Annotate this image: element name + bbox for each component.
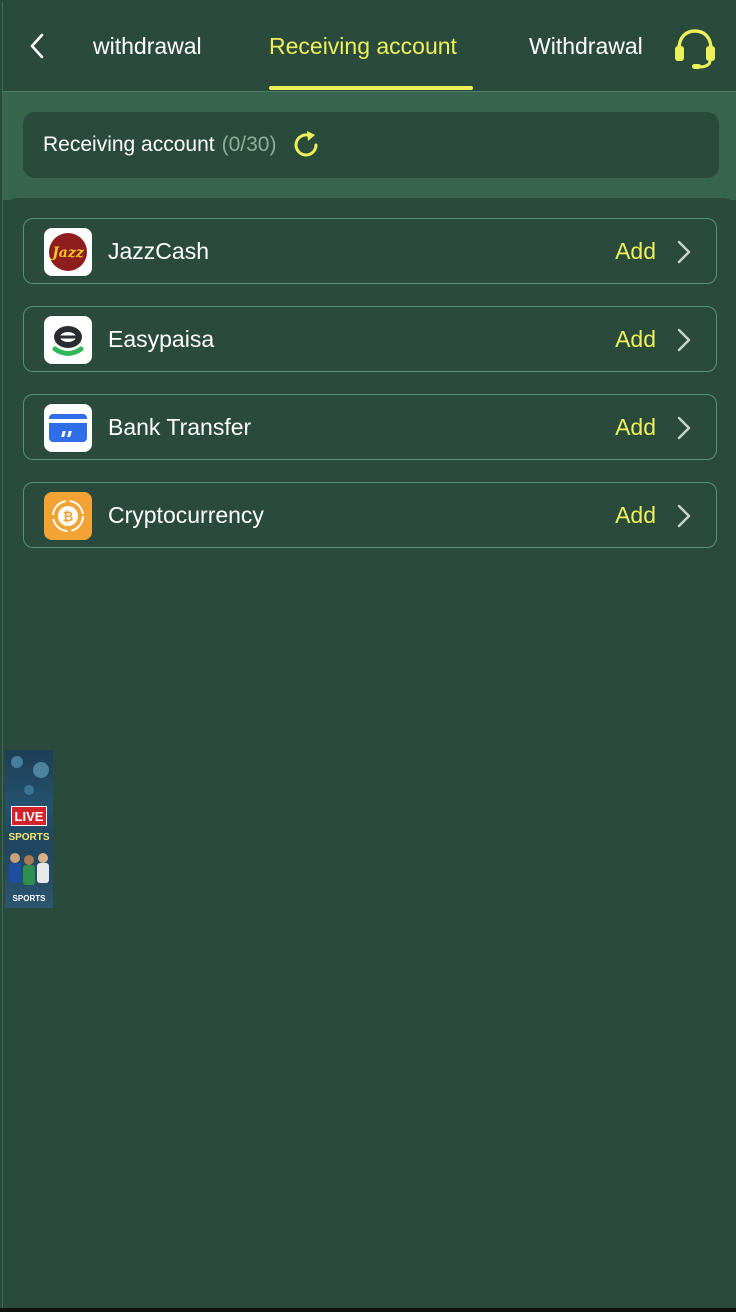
chevron-right-icon bbox=[677, 504, 691, 528]
svg-text:Jazz: Jazz bbox=[49, 245, 85, 261]
method-name: JazzCash bbox=[108, 238, 209, 264]
refresh-button[interactable] bbox=[290, 129, 322, 161]
tab-receiving-account[interactable]: Receiving account bbox=[269, 30, 457, 62]
method-bank-transfer[interactable]: Bank Transfer Add bbox=[23, 394, 717, 460]
players-image-icon bbox=[9, 853, 49, 885]
chevron-left-icon bbox=[30, 33, 44, 59]
add-easypaisa-button[interactable]: Add bbox=[615, 307, 656, 371]
tab-withdrawal[interactable]: withdrawal bbox=[93, 30, 202, 62]
method-easypaisa[interactable]: Easypaisa Add bbox=[23, 306, 717, 372]
add-bank-transfer-button[interactable]: Add bbox=[615, 395, 656, 459]
top-nav-bar: withdrawal Receiving account Withdrawal bbox=[3, 2, 736, 92]
payment-method-list: Jazz JazzCash Add Easypaisa Add Bank Tra… bbox=[23, 218, 719, 570]
chevron-right-icon bbox=[677, 328, 691, 352]
stadium-lights-icon bbox=[11, 756, 49, 795]
live-badge: LIVE bbox=[11, 806, 47, 826]
bottom-edge bbox=[0, 1308, 736, 1312]
chevron-right-icon bbox=[677, 416, 691, 440]
ad-title: SPORTS bbox=[8, 832, 50, 843]
summary-label: Receiving account bbox=[43, 133, 215, 156]
account-count: (0/30) bbox=[221, 133, 277, 156]
page: withdrawal Receiving account Withdrawal … bbox=[2, 2, 736, 1308]
live-sports-floating-banner[interactable]: LIVE SPORTS SPORTS bbox=[5, 750, 53, 908]
active-tab-indicator bbox=[269, 86, 473, 90]
tab-withdrawal-records[interactable]: Withdrawal bbox=[529, 30, 643, 62]
add-jazzcash-button[interactable]: Add bbox=[615, 219, 656, 283]
add-cryptocurrency-button[interactable]: Add bbox=[615, 483, 656, 547]
method-name: Easypaisa bbox=[108, 326, 215, 352]
chevron-right-icon bbox=[677, 240, 691, 264]
headset-icon bbox=[675, 29, 715, 69]
easypaisa-logo-icon bbox=[44, 316, 92, 364]
jazzcash-logo-icon: Jazz bbox=[44, 228, 92, 276]
refresh-icon bbox=[294, 131, 318, 157]
bank-card-icon bbox=[44, 404, 92, 452]
method-jazzcash[interactable]: Jazz JazzCash Add bbox=[23, 218, 717, 284]
bitcoin-icon: ₿ bbox=[44, 492, 92, 540]
back-button[interactable] bbox=[21, 28, 53, 64]
svg-text:₿: ₿ bbox=[63, 510, 74, 525]
method-name: Cryptocurrency bbox=[108, 502, 264, 528]
receiving-account-summary: Receiving account (0/30) bbox=[23, 112, 719, 178]
customer-support-button[interactable] bbox=[671, 26, 719, 70]
method-cryptocurrency[interactable]: ₿ Cryptocurrency Add bbox=[23, 482, 717, 548]
payment-methods-panel: Jazz JazzCash Add Easypaisa Add Bank Tra… bbox=[3, 198, 736, 1308]
ad-footer: SPORTS bbox=[12, 894, 46, 903]
method-name: Bank Transfer bbox=[108, 414, 252, 440]
